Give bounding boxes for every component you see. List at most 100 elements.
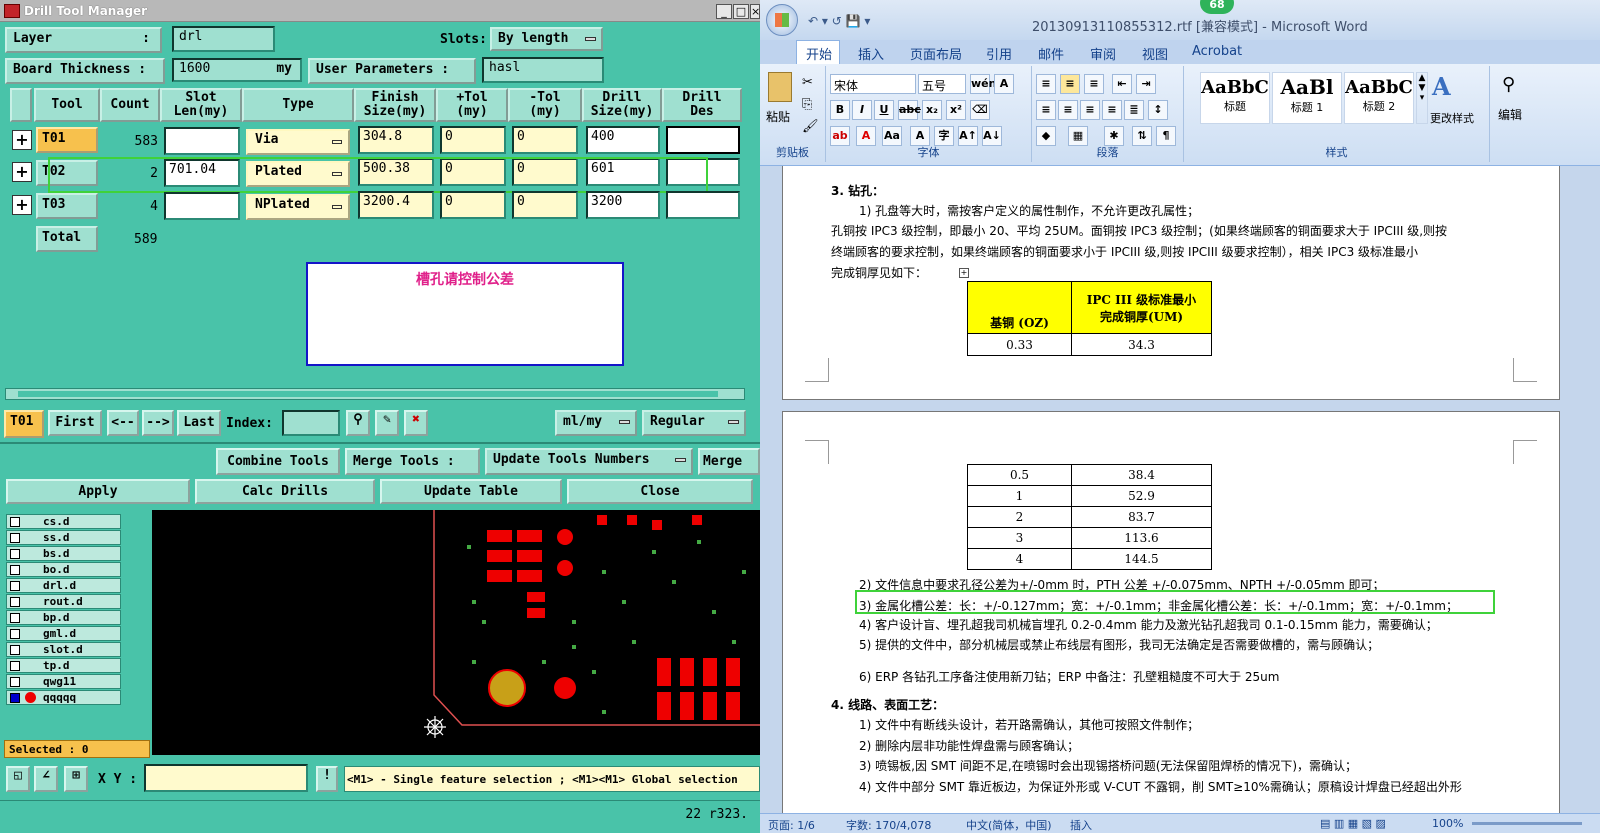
bullets-icon[interactable]: ≡ [1036, 74, 1056, 94]
expand-row-icon[interactable]: + [12, 162, 32, 182]
type-dropdown[interactable]: NPlated [246, 194, 350, 220]
line-spacing-icon[interactable]: ↕ [1148, 100, 1168, 120]
layer-item[interactable]: bp.d [6, 610, 121, 625]
font-size-select[interactable]: 五号 [918, 74, 966, 94]
underline-icon[interactable]: U [874, 100, 894, 120]
maximize-button[interactable]: □ [733, 4, 749, 19]
layer-item[interactable]: qwg11 [6, 674, 121, 689]
increase-indent-icon[interactable]: ⇥ [1136, 74, 1156, 94]
prev-button[interactable]: <-- [107, 410, 139, 436]
tab-references[interactable]: 引用 [986, 44, 1012, 63]
justify-icon[interactable]: ≡ [1102, 100, 1122, 120]
quick-access-toolbar[interactable]: ↶ ▾ ↺ 💾 ▾ [808, 14, 870, 28]
expand-row-icon[interactable]: + [12, 130, 32, 150]
user-parameters-input[interactable]: hasl [482, 57, 604, 83]
plus-tol-input[interactable]: 0 [440, 191, 506, 219]
align-center-icon[interactable]: ≡ [1058, 100, 1078, 120]
document-page-2[interactable]: 0.5 38.4 1 52.9 2 83.7 3 113.6 4 144.5 2) 文件信… [782, 411, 1560, 813]
tool-button[interactable]: T01 [36, 127, 98, 153]
delete-icon[interactable]: ✖ [404, 410, 428, 436]
layer-item[interactable]: drl.d [6, 578, 121, 593]
font-color-icon[interactable]: A [856, 126, 876, 146]
index-input[interactable] [282, 410, 340, 436]
superscript-icon[interactable]: x² [946, 100, 966, 120]
page-count[interactable]: 页面: 1/6 [768, 817, 815, 833]
layer-item[interactable]: rout.d [6, 594, 121, 609]
layer-item[interactable]: ss.d [6, 530, 121, 545]
zoom-tool-icon[interactable]: ◱ [6, 766, 30, 792]
tab-insert[interactable]: 插入 [858, 44, 884, 63]
tab-review[interactable]: 审阅 [1090, 44, 1116, 63]
clear-format-icon[interactable]: ⌫ [970, 100, 990, 120]
calc-drills-button[interactable]: Calc Drills [195, 479, 375, 504]
char-border-icon[interactable]: A [994, 74, 1014, 94]
tab-mailings[interactable]: 邮件 [1038, 44, 1064, 63]
change-styles-button[interactable]: 更改样式 [1430, 110, 1474, 126]
minus-tol-input[interactable]: 0 [512, 126, 578, 154]
layer-item[interactable]: cs.d [6, 514, 121, 529]
language[interactable]: 中文(简体，中国) [966, 817, 1052, 833]
tab-page-layout[interactable]: 页面布局 [910, 44, 962, 63]
alert-icon[interactable]: ! [316, 766, 338, 792]
tab-acrobat[interactable]: Acrobat [1192, 44, 1242, 59]
style-heading-2[interactable]: AaBbC 标题 2 [1344, 72, 1414, 124]
close-window-button[interactable]: × [750, 4, 760, 19]
board-thickness-input[interactable]: 1600 my [172, 58, 302, 82]
layer-item[interactable]: gml.d [6, 626, 121, 641]
strikethrough-icon[interactable]: abc [898, 100, 921, 120]
decrease-indent-icon[interactable]: ⇤ [1112, 74, 1132, 94]
tool-button[interactable]: T03 [36, 193, 98, 219]
slot-len-input[interactable] [164, 127, 240, 155]
word-count[interactable]: 字数: 170/4,078 [846, 817, 931, 833]
zoom-slider[interactable] [1472, 822, 1582, 825]
subscript-icon[interactable]: x₂ [922, 100, 942, 120]
layer-item-active[interactable]: qqqqq [6, 690, 121, 705]
drill-size-input[interactable]: 400 [586, 126, 660, 154]
edit-button[interactable]: 编辑 [1498, 106, 1522, 123]
merge-button[interactable]: Merge [698, 448, 760, 475]
multilevel-list-icon[interactable]: ≡ [1084, 74, 1104, 94]
finish-size-input[interactable]: 304.8 [358, 126, 434, 154]
italic-icon[interactable]: I [852, 100, 872, 120]
zoom-level[interactable]: 100% [1432, 817, 1463, 830]
plus-tol-input[interactable]: 0 [440, 126, 506, 154]
align-right-icon[interactable]: ≡ [1080, 100, 1100, 120]
phonetic-icon[interactable]: wén [970, 74, 996, 94]
change-case-icon[interactable]: Aa [882, 126, 902, 146]
insert-mode[interactable]: 插入 [1070, 817, 1092, 833]
distributed-icon[interactable]: ≣ [1124, 100, 1144, 120]
paste-button[interactable]: 粘贴 [766, 108, 790, 125]
finish-size-input[interactable]: 3200.4 [358, 191, 434, 219]
combine-tools-button[interactable]: Combine Tools [216, 448, 340, 475]
cut-copy-format-icons[interactable]: ✂ ⎘ 🖌 [802, 72, 819, 138]
slot-len-input[interactable] [164, 192, 240, 220]
char-shading-icon[interactable]: A [910, 126, 930, 146]
drill-des-input[interactable] [666, 191, 740, 219]
layer-item[interactable]: tp.d [6, 658, 121, 673]
minus-tol-input[interactable]: 0 [512, 191, 578, 219]
horizontal-scrollbar[interactable] [5, 388, 745, 400]
tab-view[interactable]: 视图 [1142, 44, 1168, 63]
pcb-canvas[interactable] [152, 510, 760, 755]
type-dropdown[interactable]: Via [246, 129, 350, 155]
borders-icon[interactable]: ▦ [1068, 126, 1088, 146]
show-marks-icon[interactable]: ¶ [1156, 126, 1176, 146]
close-button[interactable]: Close [567, 479, 753, 504]
enclose-char-icon[interactable]: 字 [934, 126, 954, 146]
expand-row-icon[interactable]: + [12, 195, 32, 215]
tab-home[interactable]: 开始 [806, 44, 832, 63]
view-buttons[interactable]: ▤ ▥ ▦ ▧ ▨ [1320, 817, 1386, 830]
search-icon[interactable]: ⚲ [346, 410, 370, 436]
xy-input[interactable] [144, 764, 308, 792]
font-name-select[interactable]: 宋体 [830, 74, 916, 94]
numbering-icon[interactable]: ≡ [1060, 74, 1080, 94]
mode-dropdown[interactable]: Regular [642, 410, 746, 436]
layer-input[interactable]: drl [172, 26, 275, 52]
measure-tool-icon[interactable]: ∠ [34, 766, 58, 792]
next-button[interactable]: --> [142, 410, 174, 436]
style-heading-1[interactable]: AaBl 标题 1 [1272, 72, 1342, 124]
drill-size-input[interactable]: 3200 [586, 191, 660, 219]
table-move-icon[interactable]: + [959, 268, 969, 278]
sort-icon[interactable]: ⇅ [1132, 126, 1152, 146]
align-left-icon[interactable]: ≡ [1036, 100, 1056, 120]
